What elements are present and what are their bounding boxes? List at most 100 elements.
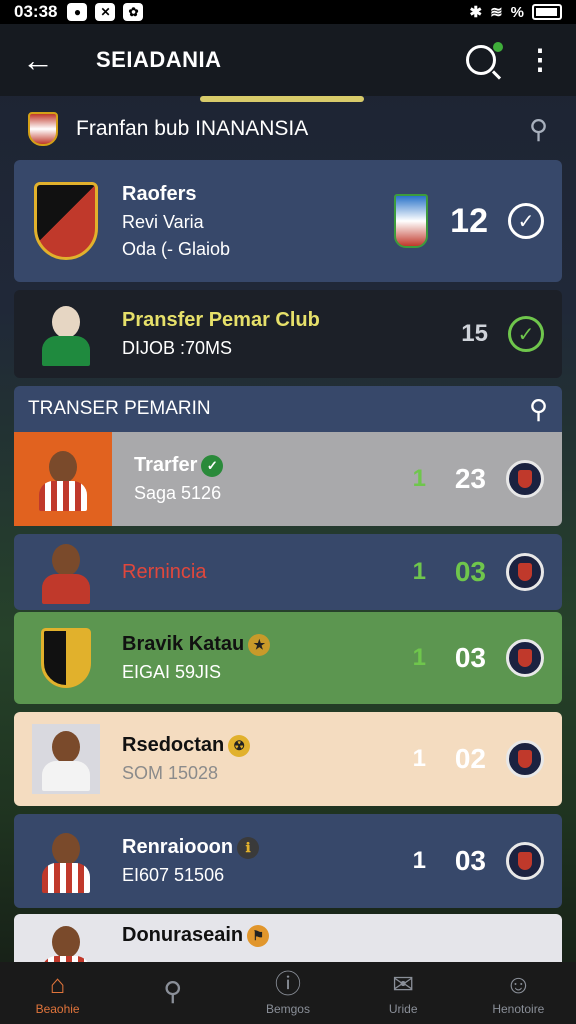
player-avatar [38, 922, 94, 962]
bluetooth-icon: ✱ [469, 4, 483, 21]
nav-label: Uride [388, 1002, 418, 1016]
row-score: 03 [454, 845, 486, 876]
nav-label: Henotoire [492, 1002, 545, 1016]
transfer-row[interactable]: Trarfer ✓ Saga 5126 1 23 [14, 432, 562, 526]
club-badge-icon [506, 460, 544, 498]
notification-dot [493, 42, 503, 52]
card-detail: Oda (- Glaiob [122, 238, 231, 259]
row-detail: EIGAI 59JIS [122, 662, 222, 682]
row-title: Donuraseain ⚑ [122, 924, 270, 947]
badge-icon: ★ [248, 633, 271, 656]
row-small-number: 1 [412, 465, 426, 492]
player-avatar [38, 302, 94, 366]
transfer-row[interactable]: Rernincia 1 03 [14, 534, 562, 610]
page-title: SEIADANIA [96, 47, 222, 72]
card-detail: DIJOB :70MS [122, 338, 233, 358]
player-head [52, 833, 80, 865]
club-crest-icon [41, 628, 91, 688]
row-name: Bravik Katau [122, 633, 245, 655]
wifi-icon: ≋ [490, 4, 503, 21]
transfer-row[interactable]: Bravik Katau ★ EIGAI 59JIS 1 03 [14, 612, 562, 704]
club-card[interactable]: Raofers Revi Varia Oda (- Glaiob 12 ✓ [14, 160, 562, 282]
row-score: 03 [454, 556, 486, 587]
card-score: 12 [450, 201, 488, 240]
badge-icon: ⚑ [247, 924, 270, 947]
player-avatar-box [14, 432, 112, 526]
club-badge-icon [506, 842, 544, 880]
row-title: Rsedoctan ☢ [122, 734, 251, 757]
mail-icon: ✉ [392, 969, 415, 999]
section-header: Franfan bub INANANSIA ⚲ [14, 104, 562, 154]
app-icon: ✕ [95, 3, 116, 21]
card-title: Raofers [122, 182, 197, 205]
battery-label: % [510, 3, 524, 21]
transfer-row[interactable]: Rsedoctan ☢ SOM 15028 1 02 [14, 712, 562, 806]
row-score: 03 [454, 642, 486, 673]
player-head [52, 731, 80, 763]
tab-indicator [200, 96, 364, 102]
card-subtitle: Revi Varia [122, 211, 204, 232]
search-icon[interactable]: ⚲ [529, 394, 548, 425]
opponent-crest-icon [394, 194, 428, 248]
nav-profile[interactable]: ☺ Henotoire [473, 970, 563, 1016]
search-icon[interactable]: ⚲ [529, 114, 548, 145]
club-crest-icon [34, 182, 98, 260]
row-title: Rernincia [122, 560, 207, 583]
transfer-row[interactable]: Donuraseain ⚑ [14, 914, 562, 962]
bottom-navigation: ⌂ Beaohie ⚲ ⓘ Bemgos ✉ Uride ☺ Henotoire [0, 962, 576, 1024]
player-head [52, 306, 80, 338]
player-shirt [42, 863, 90, 893]
row-title: Trarfer ✓ [134, 454, 224, 477]
card-title: Pransfer Pemar Club [122, 309, 320, 331]
player-avatar [38, 829, 94, 893]
row-name: Renraiooon [122, 836, 234, 858]
row-small-number: 1 [412, 644, 426, 671]
home-icon: ⌂ [49, 969, 66, 999]
status-time: 03:38 [14, 2, 58, 21]
player-shirt [39, 481, 87, 511]
nav-label: Beaohie [35, 1002, 80, 1016]
row-title: Renraiooon ℹ [122, 836, 260, 859]
club-badge-icon [506, 639, 544, 677]
player-head [52, 544, 80, 576]
row-score: 02 [454, 743, 486, 774]
app-bar: ← SEIADANIA ⋮ [0, 24, 576, 96]
badge-icon: ℹ [237, 836, 260, 859]
player-shirt [42, 336, 90, 366]
player-avatar [35, 447, 91, 511]
check-icon[interactable]: ✓ [508, 316, 544, 352]
row-small-number: 1 [412, 847, 426, 874]
nav-home[interactable]: ⌂ Beaohie [13, 970, 103, 1016]
nav-label: Bemgos [265, 1002, 310, 1016]
back-arrow-icon[interactable]: ← [22, 42, 62, 79]
nav-info[interactable]: ⓘ Bemgos [243, 970, 333, 1016]
search-icon[interactable] [466, 42, 503, 75]
more-menu-icon[interactable]: ⋮ [526, 46, 554, 74]
nav-mail[interactable]: ✉ Uride [358, 970, 448, 1016]
row-small-number: 1 [412, 745, 426, 772]
transfer-row[interactable]: Renraiooon ℹ EI607 51506 1 03 [14, 814, 562, 908]
info-icon: ⓘ [274, 969, 301, 999]
club-badge-icon [506, 553, 544, 591]
player-avatar [38, 540, 94, 604]
club-card[interactable]: Pransfer Pemar Club DIJOB :70MS 15 ✓ [14, 290, 562, 378]
row-detail: EI607 51506 [122, 865, 225, 885]
row-name: Trarfer [134, 454, 198, 476]
transfer-header: TRANSER PEMARIN ⚲ [14, 386, 562, 432]
notification-icon: ● [67, 3, 88, 21]
row-score: 23 [454, 463, 486, 494]
row-detail: SOM 15028 [122, 763, 219, 783]
transfer-title: TRANSER PEMARIN [28, 398, 211, 419]
status-bar: 03:38 ● ✕ ✿ ✱ ≋ % [0, 0, 576, 24]
club-crest-icon [28, 112, 58, 146]
player-head [49, 451, 77, 483]
nav-search[interactable]: ⚲ [128, 977, 218, 1009]
settings-icon: ✿ [123, 3, 144, 21]
row-name: Rsedoctan [122, 734, 225, 756]
player-shirt [42, 761, 90, 791]
check-icon[interactable]: ✓ [508, 203, 544, 239]
section-title: Franfan bub INANANSIA [76, 117, 309, 140]
badge-icon: ✓ [201, 454, 224, 477]
row-title: Bravik Katau ★ [122, 633, 271, 656]
search-icon: ⚲ [163, 976, 183, 1006]
